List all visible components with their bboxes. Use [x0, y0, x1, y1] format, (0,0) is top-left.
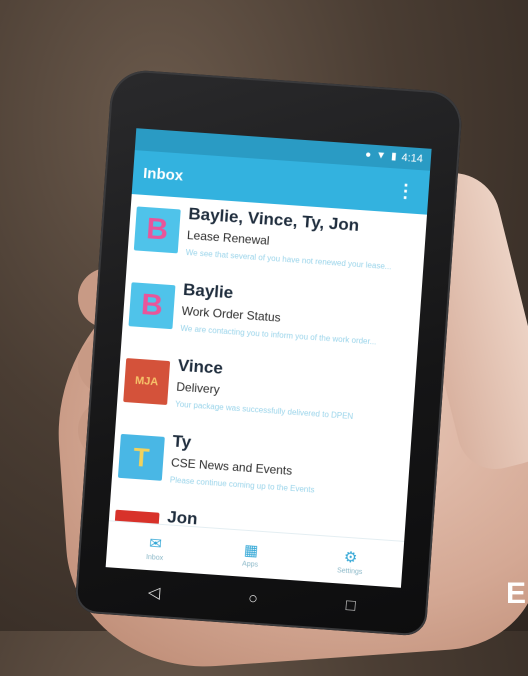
back-icon[interactable]: ◁ — [147, 582, 161, 603]
watermark-logo: E — [505, 577, 526, 610]
nav-inbox[interactable]: ✉ Inbox — [145, 533, 165, 562]
avatar: B — [133, 206, 181, 254]
recents-icon[interactable]: □ — [345, 597, 356, 616]
phone-screen: ● ▼ ▮ 4:14 Inbox ⋮ B Baylie, Vince, Ty, … — [105, 128, 432, 588]
signal-icon: ● — [364, 149, 372, 161]
avatar: MJA — [123, 358, 171, 406]
status-time: 4:14 — [401, 151, 424, 166]
mail-icon: ✉ — [148, 534, 163, 553]
wifi-icon: ▼ — [375, 150, 387, 162]
overflow-menu-icon[interactable]: ⋮ — [392, 180, 419, 203]
avatar: B — [128, 282, 176, 330]
avatar: T — [117, 433, 165, 481]
gear-icon: ⚙ — [343, 548, 358, 567]
grid-icon: ▦ — [243, 541, 259, 560]
battery-icon: ▮ — [390, 151, 397, 163]
nav-label: Apps — [241, 560, 259, 569]
nav-apps[interactable]: ▦ Apps — [242, 540, 260, 568]
nav-label: Settings — [336, 566, 363, 576]
home-icon[interactable]: ○ — [248, 590, 259, 609]
nav-settings[interactable]: ⚙ Settings — [336, 547, 364, 576]
message-list: B Baylie, Vince, Ty, Jon Lease Renewal W… — [109, 194, 427, 542]
page-title: Inbox — [142, 164, 184, 185]
nav-label: Inbox — [145, 553, 164, 562]
phone-device: ● ▼ ▮ 4:14 Inbox ⋮ B Baylie, Vince, Ty, … — [74, 68, 464, 637]
